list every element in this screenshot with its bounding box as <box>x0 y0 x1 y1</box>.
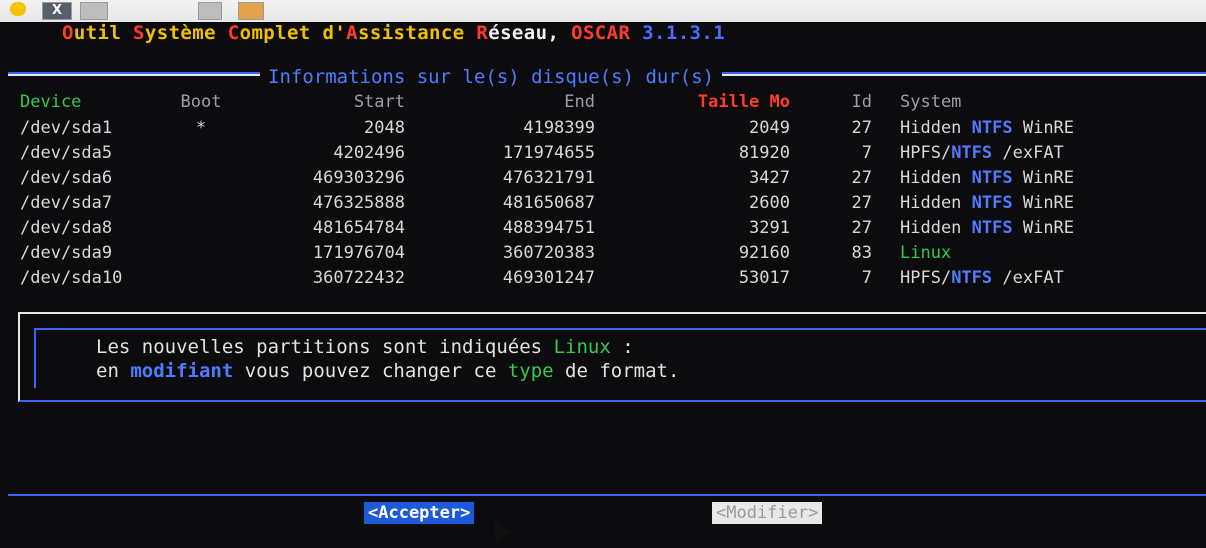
cell-system: Hidden NTFS WinRE <box>900 118 1074 138</box>
cell-size: 53017 <box>738 268 790 288</box>
system-part: /exFAT <box>992 268 1064 288</box>
title-part: omplet d' <box>239 22 347 44</box>
cell-id: 27 <box>851 193 872 213</box>
cell-end: 476321791 <box>502 168 595 188</box>
title-part: ystème <box>144 22 228 44</box>
header-end: End <box>564 92 595 112</box>
cell-end: 469301247 <box>502 268 595 288</box>
divider <box>8 494 1206 496</box>
cell-start: 2048 <box>364 118 405 138</box>
system-part: /exFAT <box>992 143 1064 163</box>
system-part: HPFS/ <box>900 143 952 163</box>
header-start: Start <box>353 92 405 112</box>
cell-id: 27 <box>851 218 872 238</box>
system-part: HPFS/ <box>900 268 952 288</box>
header-boot: Boot <box>180 92 222 112</box>
system-part: WinRE <box>1012 193 1075 213</box>
cell-device: /dev/sda5 <box>20 143 113 163</box>
modify-button[interactable]: <Modifier> <box>712 502 823 524</box>
system-part: Hidden <box>900 218 972 238</box>
header-id: Id <box>851 92 872 112</box>
cell-size: 2049 <box>749 118 790 138</box>
system-part: Hidden <box>900 168 972 188</box>
cell-end: 171974655 <box>502 143 595 163</box>
close-icon[interactable]: X <box>42 2 72 20</box>
cell-size: 92160 <box>738 243 790 263</box>
cell-id: 7 <box>861 143 872 163</box>
system-part: NTFS <box>971 193 1013 213</box>
cell-device: /dev/sda7 <box>20 193 113 213</box>
system-part: WinRE <box>1012 118 1075 138</box>
title-part: R <box>476 22 489 44</box>
screen-title: Outil Système Complet d'Assistance Résea… <box>62 22 725 44</box>
cell-start: 171976704 <box>312 243 405 263</box>
system-part: NTFS <box>951 268 993 288</box>
cell-system: Hidden NTFS WinRE <box>900 218 1074 238</box>
title-part: 3.1.3.1 <box>642 22 726 44</box>
app-icon <box>10 2 26 16</box>
header-device: Device <box>20 92 82 112</box>
message-line-2: en modifiant vous pouvez changer ce type… <box>96 360 680 382</box>
cell-device: /dev/sda6 <box>20 168 113 188</box>
cell-end: 360720383 <box>502 243 595 263</box>
message-line-1: Les nouvelles partitions sont indiquées … <box>96 336 634 358</box>
window-toolbar: X <box>0 0 1206 22</box>
cell-device: /dev/sda10 <box>20 268 123 288</box>
title-part: util <box>73 22 134 44</box>
system-part: NTFS <box>951 143 993 163</box>
cell-system: Hidden NTFS WinRE <box>900 168 1074 188</box>
cell-system: Linux <box>900 243 951 263</box>
accept-button[interactable]: <Accepter> <box>364 502 475 524</box>
cell-end: 4198399 <box>523 118 595 138</box>
cell-boot: * <box>195 118 207 138</box>
cell-start: 481654784 <box>312 218 405 238</box>
system-part: Linux <box>900 243 952 263</box>
cell-id: 7 <box>861 268 872 288</box>
cell-start: 4202496 <box>333 143 405 163</box>
cell-size: 81920 <box>738 143 790 163</box>
panel-title: Informations sur le(s) disque(s) dur(s) <box>260 66 723 88</box>
window-icon[interactable] <box>80 2 108 20</box>
cell-system: Hidden NTFS WinRE <box>900 193 1074 213</box>
document-icon[interactable] <box>198 2 222 20</box>
system-part: WinRE <box>1012 168 1075 188</box>
cell-id: 83 <box>851 243 872 263</box>
cell-start: 360722432 <box>312 268 405 288</box>
title-part: éseau, <box>488 22 572 44</box>
system-part: NTFS <box>971 118 1013 138</box>
title-part: S <box>133 22 145 44</box>
cell-end: 481650687 <box>502 193 595 213</box>
title-part: OSCAR <box>571 22 643 44</box>
cell-device: /dev/sda8 <box>20 218 113 238</box>
cell-start: 469303296 <box>312 168 405 188</box>
system-part: NTFS <box>971 168 1013 188</box>
cell-system: HPFS/NTFS /exFAT <box>900 268 1064 288</box>
cell-id: 27 <box>851 118 872 138</box>
title-part: ssistance <box>358 22 477 44</box>
mouse-cursor-icon <box>486 516 512 542</box>
cell-size: 3427 <box>749 168 790 188</box>
cell-device: /dev/sda1 <box>20 118 113 138</box>
system-part: Hidden <box>900 118 972 138</box>
header-system: System <box>900 92 962 112</box>
title-part: A <box>346 22 359 44</box>
header-size: Taille Mo <box>697 92 790 112</box>
cell-start: 476325888 <box>312 193 405 213</box>
cell-end: 488394751 <box>502 218 595 238</box>
title-part: O <box>62 22 74 44</box>
cell-device: /dev/sda9 <box>20 243 113 263</box>
system-part: Hidden <box>900 193 972 213</box>
folder-icon[interactable] <box>238 2 264 20</box>
cell-size: 3291 <box>749 218 790 238</box>
cell-id: 27 <box>851 168 872 188</box>
title-part: C <box>227 22 240 44</box>
cell-system: HPFS/NTFS /exFAT <box>900 143 1064 163</box>
cell-size: 2600 <box>749 193 790 213</box>
system-part: WinRE <box>1012 218 1075 238</box>
system-part: NTFS <box>971 218 1013 238</box>
